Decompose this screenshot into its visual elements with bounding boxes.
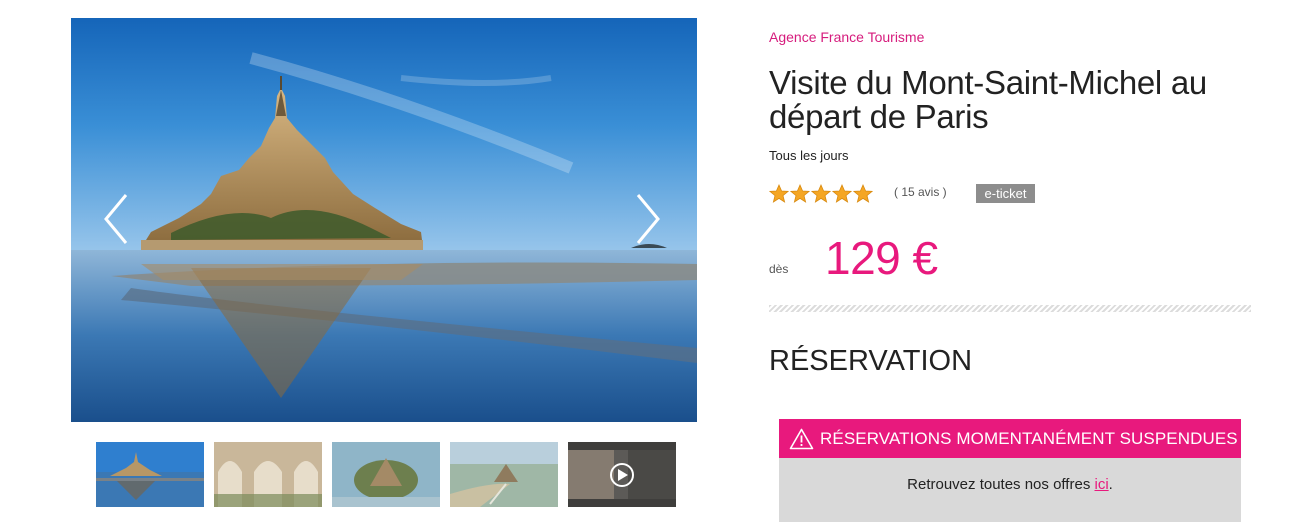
alert-message-text: Retrouvez toutes nos offres — [907, 476, 1095, 493]
product-title: Visite du Mont-Saint-Michel au départ de… — [769, 64, 1207, 135]
thumb-aerial-island[interactable] — [332, 442, 440, 507]
eticket-badge: e-ticket — [976, 184, 1035, 203]
price-prefix: dès — [769, 262, 789, 276]
alert-title: RÉSERVATIONS MOMENTANÉMENT SUSPENDUES — [820, 428, 1238, 448]
chevron-right-icon[interactable] — [630, 191, 664, 247]
star-icon — [853, 184, 873, 203]
alert-message: Retrouvez toutes nos offres ici. — [779, 458, 1241, 493]
divider — [769, 305, 1251, 312]
reservation-title: RÉSERVATION — [769, 345, 973, 377]
product-page: Agence France Tourisme Visite du Mont-Sa… — [0, 0, 1310, 522]
star-icon — [790, 184, 810, 203]
warning-icon — [789, 428, 814, 449]
star-icon — [832, 184, 852, 203]
thumb-cloister-arches[interactable] — [214, 442, 322, 507]
thumb-aerial-bay[interactable] — [450, 442, 558, 507]
star-icon — [769, 184, 789, 203]
reservation-alert: RÉSERVATIONS MOMENTANÉMENT SUSPENDUES Re… — [779, 419, 1241, 522]
thumb-mont-saint-michel-reflection[interactable] — [96, 442, 204, 507]
chevron-left-icon[interactable] — [100, 191, 134, 247]
alert-message-end: . — [1108, 476, 1113, 493]
schedule-text: Tous les jours — [769, 148, 849, 163]
star-icon — [811, 184, 831, 203]
reviews-link[interactable]: ( 15 avis ) — [894, 185, 947, 199]
vendor-link[interactable]: Agence France Tourisme — [769, 29, 924, 45]
main-photo[interactable] — [71, 18, 697, 422]
price-value: 129 € — [825, 232, 938, 284]
alert-header: RÉSERVATIONS MOMENTANÉMENT SUSPENDUES — [779, 419, 1241, 458]
offers-link[interactable]: ici — [1094, 476, 1108, 493]
thumb-video-street[interactable] — [568, 442, 676, 507]
